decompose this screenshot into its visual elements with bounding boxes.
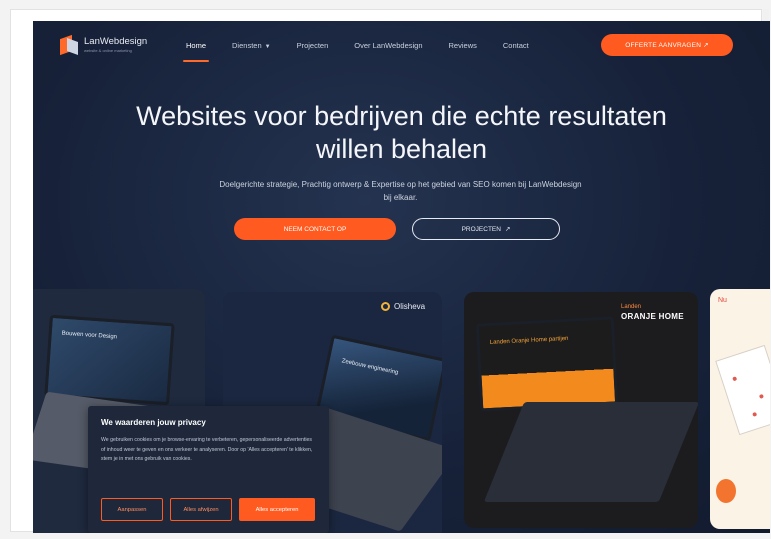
- nav-item-projecten[interactable]: Projecten: [297, 41, 329, 50]
- accept-all-button[interactable]: Alles accepteren: [239, 498, 315, 521]
- offerte-button[interactable]: OFFERTE AANVRAGEN ↗: [601, 34, 733, 56]
- contact-button[interactable]: NEEM CONTACT OP: [234, 218, 396, 240]
- laptop-base: [483, 402, 698, 502]
- card-brand-line1: Landen: [621, 304, 642, 310]
- website: LanWebdesign website & online marketing …: [33, 21, 770, 533]
- customize-button[interactable]: Aanpassen: [101, 498, 163, 521]
- cookie-consent-dialog: We waarderen jouw privacy We gebruiken c…: [88, 406, 329, 533]
- nav-item-over[interactable]: Over LanWebdesign: [354, 41, 422, 50]
- laptop-screen: Landen Oranje Home partijen: [475, 316, 619, 412]
- screen-title: Bouwen voor Design: [61, 330, 118, 341]
- laptop-screen: Bouwen voor Design: [44, 314, 175, 406]
- nav-item-diensten[interactable]: Diensten ▼: [232, 41, 271, 50]
- card-brand: Nu: [718, 297, 727, 304]
- hero-title-line1: Websites voor bedrijven die echte result…: [136, 101, 667, 131]
- screen-title: Landen Oranje Home partijen: [489, 335, 569, 346]
- card-brand-label: Olisheva: [394, 302, 426, 311]
- card-brand: Landen ORANJE HOME: [621, 303, 684, 321]
- portfolio-card[interactable]: Nu: [710, 289, 770, 529]
- balloon-icon: [716, 479, 736, 503]
- nav-item-label: Diensten: [232, 41, 262, 50]
- reject-all-button[interactable]: Alles afwijzen: [170, 498, 232, 521]
- site-logo[interactable]: LanWebdesign website & online marketing: [60, 34, 148, 56]
- nav-item-contact[interactable]: Contact: [503, 41, 529, 50]
- hero-subtitle: Doelgerichte strategie, Prachtig ontwerp…: [219, 180, 582, 202]
- screen-title: Zeebouw engineering: [341, 358, 399, 377]
- chevron-down-icon: ▼: [264, 44, 271, 50]
- top-navigation: LanWebdesign website & online marketing …: [33, 21, 770, 73]
- arrow-up-right-icon: ↗: [504, 226, 511, 233]
- nav-item-reviews[interactable]: Reviews: [449, 41, 477, 50]
- cookie-text: We gebruiken cookies om je browse-ervari…: [101, 437, 313, 462]
- main-menu: Home Diensten ▼ Projecten Over LanWebdesi…: [182, 41, 555, 62]
- cookie-title: We waarderen jouw privacy: [101, 418, 206, 427]
- hero-title: Websites voor bedrijven die echte result…: [33, 100, 770, 166]
- paper-mockup-image: [715, 344, 770, 436]
- portfolio-card[interactable]: Landen ORANJE HOME Landen Oranje Home pa…: [464, 292, 698, 528]
- projects-button[interactable]: PROJECTEN ↗: [412, 218, 560, 240]
- projects-button-label: PROJECTEN: [461, 225, 501, 233]
- logo-text: LanWebdesign: [84, 35, 148, 47]
- card-brand-line2: ORANJE HOME: [621, 312, 684, 321]
- nav-item-home[interactable]: Home: [182, 41, 210, 62]
- logo-tagline: website & online marketing: [84, 48, 132, 54]
- logo-mark-icon: [60, 34, 78, 56]
- card-brand: Olisheva: [381, 302, 425, 311]
- hero-title-line2: willen behalen: [315, 134, 488, 164]
- brand-logo-icon: [381, 302, 390, 311]
